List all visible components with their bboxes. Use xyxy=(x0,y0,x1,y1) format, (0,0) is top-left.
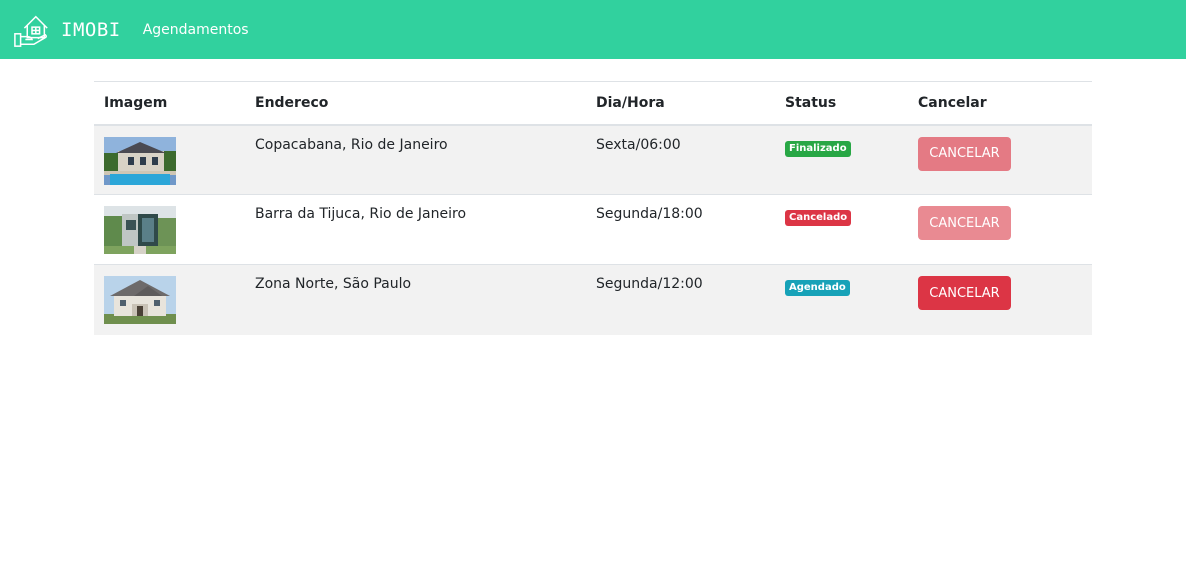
status-badge: Finalizado xyxy=(785,140,851,157)
status-cell: Cancelado xyxy=(775,195,908,265)
top-navbar: IMOBI Agendamentos xyxy=(0,0,1186,59)
table-header-row: Imagem Endereco Dia/Hora Status Cancelar xyxy=(94,81,1092,125)
image-cell xyxy=(94,265,245,335)
status-cell: Finalizado xyxy=(775,125,908,195)
house-pool-photo xyxy=(104,136,176,185)
day-time-cell: Segunda/12:00 xyxy=(596,276,703,292)
address-cell: Barra da Tijuca, Rio de Janeiro xyxy=(255,206,467,222)
header-status: Status xyxy=(785,94,837,111)
suburban-house-photo xyxy=(104,276,176,324)
cancel-button[interactable]: CANCELAR xyxy=(918,136,1011,171)
day-time-cell: Sexta/06:00 xyxy=(596,136,681,153)
image-cell xyxy=(94,195,245,265)
header-imagem: Imagem xyxy=(104,94,168,111)
house-hand-icon[interactable] xyxy=(13,11,51,49)
status-badge: Agendado xyxy=(785,280,850,296)
cancel-button[interactable]: CANCELAR xyxy=(918,276,1011,310)
table-row: Barra da Tijuca, Rio de Janeiro Segunda/… xyxy=(94,194,1092,265)
appointments-container: Imagem Endereco Dia/Hora Status Cancelar xyxy=(94,81,1092,335)
table-row: Copacabana, Rio de Janeiro Sexta/06:00 F… xyxy=(94,124,1092,195)
brand-name[interactable]: IMOBI xyxy=(61,19,121,41)
status-badge: Cancelado xyxy=(785,210,852,226)
nav-link-agendamentos[interactable]: Agendamentos xyxy=(143,22,249,38)
status-cell: Agendado xyxy=(775,265,908,335)
table-row: Zona Norte, São Paulo Segunda/12:00 Agen… xyxy=(94,264,1092,335)
cancel-cell: CANCELAR xyxy=(908,195,1092,265)
day-time-cell: Segunda/18:00 xyxy=(596,206,703,222)
cancel-cell: CANCELAR xyxy=(908,125,1092,195)
header-dia-hora: Dia/Hora xyxy=(596,94,665,111)
appointments-table: Imagem Endereco Dia/Hora Status Cancelar xyxy=(94,81,1092,335)
address-cell: Zona Norte, São Paulo xyxy=(255,276,412,292)
cancel-button[interactable]: CANCELAR xyxy=(918,206,1011,240)
address-cell: Copacabana, Rio de Janeiro xyxy=(255,136,448,153)
image-cell xyxy=(94,125,245,195)
modern-house-photo xyxy=(104,206,176,254)
header-cancelar: Cancelar xyxy=(918,94,987,111)
cancel-cell: CANCELAR xyxy=(908,265,1092,335)
header-endereco: Endereco xyxy=(255,94,329,111)
